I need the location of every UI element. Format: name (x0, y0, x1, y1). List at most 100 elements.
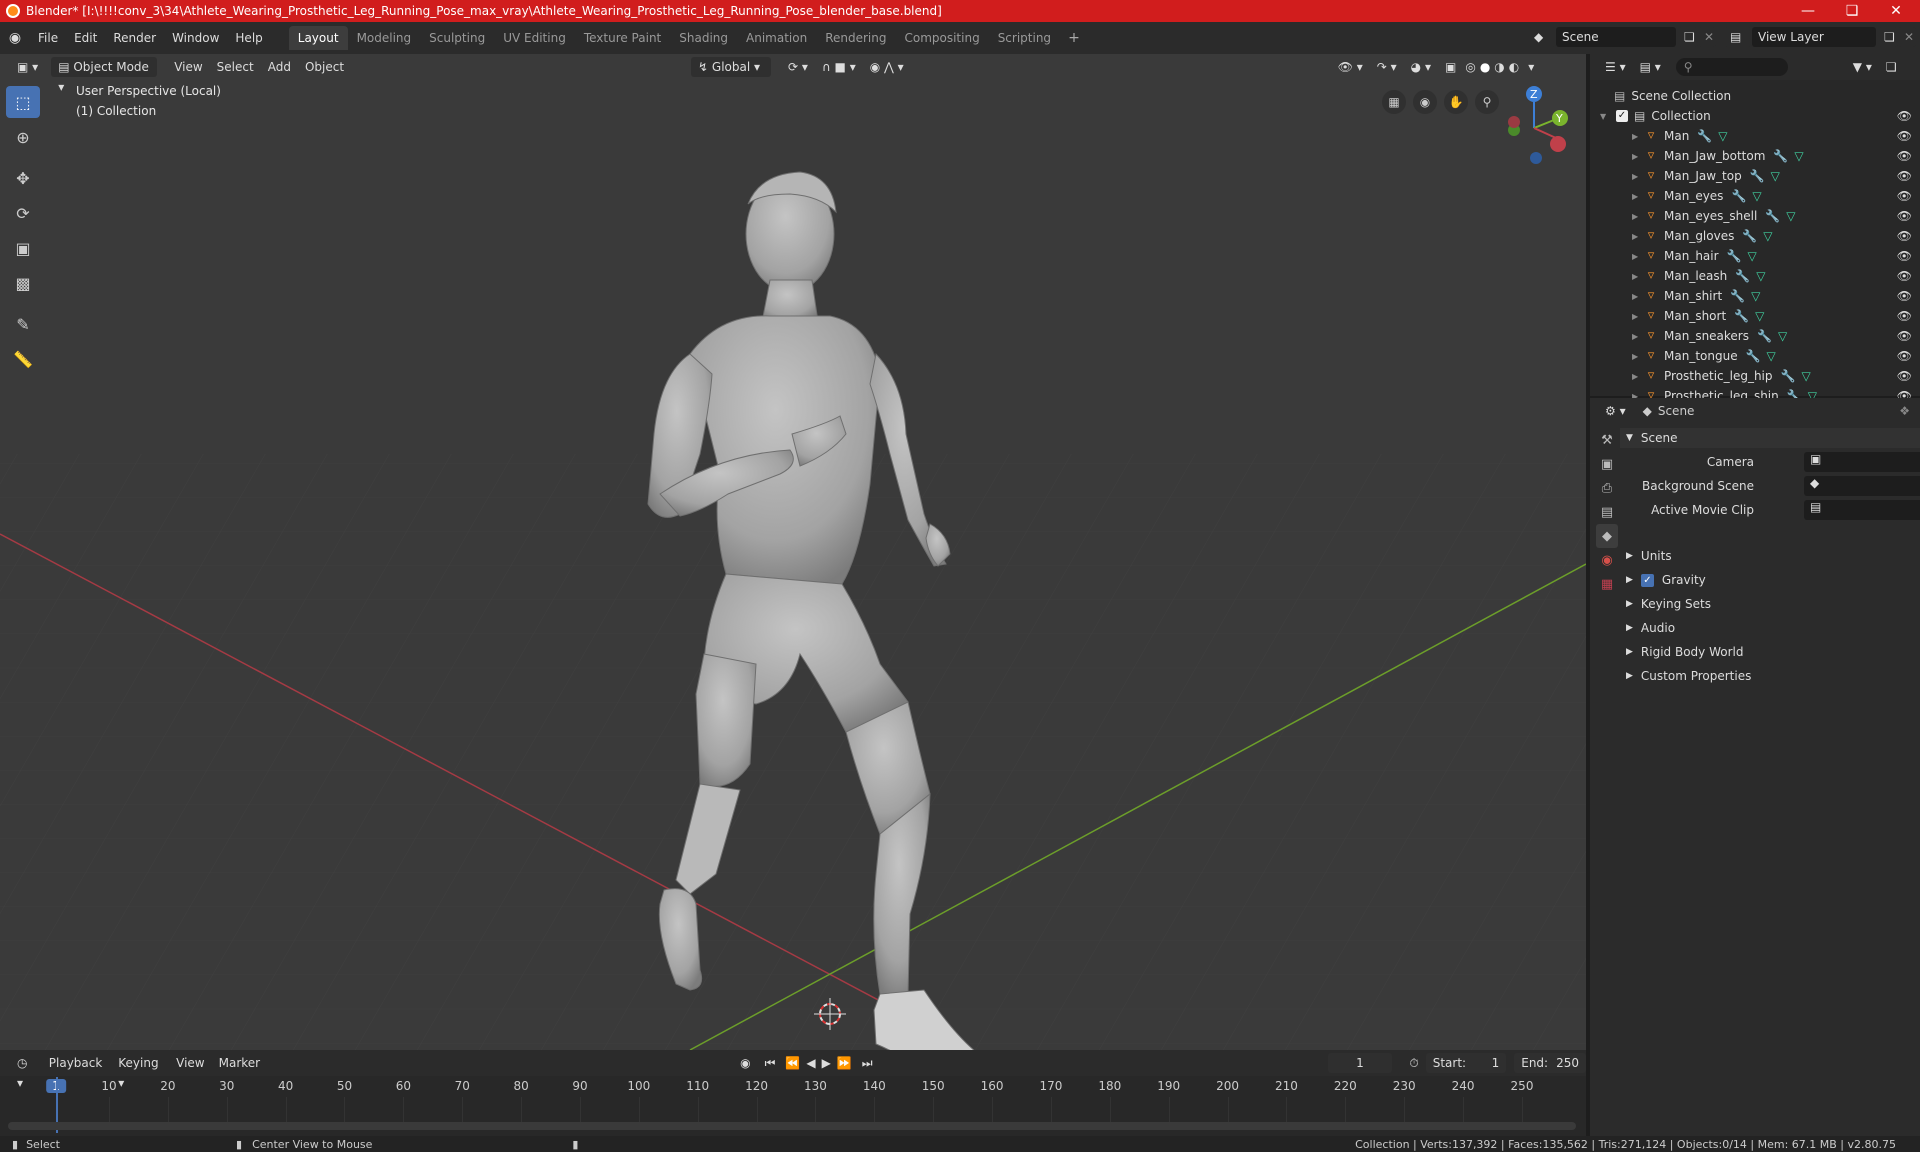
scene-panel-header[interactable]: ▼ Scene (1620, 428, 1920, 448)
object-expand-icon[interactable]: ▶ (1632, 372, 1644, 381)
camera-field[interactable]: ▣✐ (1804, 452, 1920, 472)
visibility-eye-icon[interactable]: 👁 (1897, 189, 1912, 203)
mesh-data-icon[interactable]: ▽ (1778, 329, 1787, 343)
new-view-layer-icon[interactable]: ❏ (1878, 27, 1898, 47)
object-expand-icon[interactable]: ▶ (1632, 292, 1644, 301)
object-expand-icon[interactable]: ▶ (1632, 172, 1644, 181)
camera-view-icon[interactable]: ◉ (1413, 90, 1437, 114)
timeline-menu-playback[interactable]: Playback ▾ (42, 1053, 111, 1090)
tab-rendering[interactable]: Rendering (816, 26, 895, 50)
transform-tool-icon[interactable]: ▩ (6, 267, 40, 299)
object-expand-icon[interactable]: ▶ (1632, 312, 1644, 321)
tab-layout[interactable]: Layout (288, 26, 348, 50)
cursor-tool-icon[interactable]: ⊕ (6, 121, 40, 153)
outliner-object-row[interactable]: ▶ ▿ Man_gloves 🔧 ▽ 👁 (1590, 226, 1920, 246)
visibility-eye-icon[interactable]: 👁 (1897, 169, 1912, 183)
world-tab-icon[interactable]: ◉ (1596, 548, 1618, 572)
rotate-tool-icon[interactable]: ⟳ (6, 197, 40, 229)
modifier-icon[interactable]: 🔧 (1746, 349, 1761, 363)
annotate-tool-icon[interactable]: ✎ (6, 308, 40, 340)
visibility-eye-icon[interactable]: 👁 (1897, 129, 1912, 143)
add-workspace-button[interactable]: + (1060, 30, 1088, 46)
mesh-data-icon[interactable]: ▽ (1751, 289, 1760, 303)
snap-icon[interactable]: ∩ ■ ▾ (815, 57, 863, 77)
3d-viewport[interactable]: Z Y ▣ ▾ ▤ Object Mode ▾ View Select Add … (0, 54, 1586, 1050)
viewport-menu-view[interactable]: View (167, 57, 209, 77)
visibility-eye-icon[interactable]: 👁 (1897, 309, 1912, 323)
maximize-icon[interactable]: ❏ (1830, 0, 1874, 22)
outliner-object-row[interactable]: ▶ ▿ Man_Jaw_top 🔧 ▽ 👁 (1590, 166, 1920, 186)
background-scene-field[interactable]: ◆ (1804, 476, 1920, 496)
mesh-data-icon[interactable]: ▽ (1767, 349, 1776, 363)
tab-compositing[interactable]: Compositing (895, 26, 988, 50)
viewport-menu-select[interactable]: Select (210, 57, 261, 77)
mesh-data-icon[interactable]: ▽ (1718, 129, 1727, 143)
blender-menu-icon[interactable]: ◉ (0, 30, 30, 46)
visibility-eye-icon[interactable]: 👁 (1897, 289, 1912, 303)
outliner-object-row[interactable]: ▶ ▿ Man 🔧 ▽ 👁 (1590, 126, 1920, 146)
properties-section-header[interactable]: ▶ Keying Sets (1620, 594, 1910, 614)
outliner-scene-collection-row[interactable]: ▤ Scene Collection (1590, 86, 1920, 106)
object-expand-icon[interactable]: ▶ (1632, 152, 1644, 161)
display-mode-icon[interactable]: ▤ ▾ (1633, 57, 1668, 77)
outliner-object-row[interactable]: ▶ ▿ Man_shirt 🔧 ▽ 👁 (1590, 286, 1920, 306)
view-layer-browse-icon[interactable]: ▤ (1724, 27, 1752, 47)
object-expand-icon[interactable]: ▶ (1632, 352, 1644, 361)
play-button[interactable]: ▶ (819, 1053, 834, 1073)
properties-editor-type-icon[interactable]: ⚙ ▾ (1598, 401, 1633, 421)
wireframe-shading-icon[interactable]: ◎ (1463, 57, 1477, 77)
output-tab-icon[interactable]: ⎙ (1596, 476, 1618, 500)
outliner-object-row[interactable]: ▶ ▿ Man_sneakers 🔧 ▽ 👁 (1590, 326, 1920, 346)
outliner-object-row[interactable]: ▶ ▿ Prosthetic_leg_hip 🔧 ▽ 👁 (1590, 366, 1920, 386)
delete-scene-icon[interactable]: ✕ (1698, 27, 1716, 47)
prev-keyframe-button[interactable]: ⏪ (782, 1053, 803, 1073)
modifier-icon[interactable]: 🔧 (1731, 189, 1746, 203)
timeline-ruler[interactable]: 1102030405060708090100110120130140150160… (0, 1077, 1586, 1123)
mesh-data-icon[interactable]: ▽ (1752, 189, 1761, 203)
view-layer-selector[interactable]: View Layer (1752, 27, 1876, 47)
viewport-canvas[interactable] (0, 54, 1586, 1050)
mesh-data-icon[interactable]: ▽ (1794, 149, 1803, 163)
modifier-icon[interactable]: 🔧 (1750, 169, 1765, 183)
viewport-menu-object[interactable]: Object (298, 57, 351, 77)
outliner-object-row[interactable]: ▶ ▿ Man_Jaw_bottom 🔧 ▽ 👁 (1590, 146, 1920, 166)
end-frame-field[interactable]: End: 250 (1514, 1053, 1586, 1073)
menu-edit[interactable]: Edit (66, 28, 105, 48)
menu-window[interactable]: Window (164, 28, 227, 48)
visibility-eye-icon[interactable]: 👁 (1897, 349, 1912, 363)
tab-scripting[interactable]: Scripting (989, 26, 1060, 50)
rendered-shading-icon[interactable]: ◐ (1507, 57, 1521, 77)
jump-end-button[interactable]: ⏭ (855, 1053, 880, 1073)
object-expand-icon[interactable]: ▶ (1632, 132, 1644, 141)
mesh-data-icon[interactable]: ▽ (1763, 229, 1772, 243)
scene-selector[interactable]: Scene (1556, 27, 1676, 47)
visibility-icon[interactable]: 👁 ▾ (1331, 57, 1370, 77)
gizmo-toggle-icon[interactable]: ↷ ▾ (1370, 57, 1404, 77)
visibility-eye-icon[interactable]: 👁 (1897, 269, 1912, 283)
scene-tab-icon[interactable]: ◆ (1596, 524, 1618, 548)
visibility-eye-icon[interactable]: 👁 (1897, 369, 1912, 383)
scene-browse-icon[interactable]: ◆ (1528, 27, 1556, 47)
visibility-eye-icon[interactable]: 👁 (1897, 249, 1912, 263)
mesh-data-icon[interactable]: ▽ (1801, 369, 1810, 383)
tab-shading[interactable]: Shading (670, 26, 737, 50)
tab-modeling[interactable]: Modeling (348, 26, 421, 50)
proportional-edit-icon[interactable]: ◉ ⋀ ▾ (863, 57, 911, 77)
timeline-menu-marker[interactable]: Marker (212, 1053, 267, 1073)
move-tool-icon[interactable]: ✥ (6, 162, 40, 194)
modifier-icon[interactable]: 🔧 (1773, 149, 1788, 163)
outliner-object-row[interactable]: ▶ ▿ Man_hair 🔧 ▽ 👁 (1590, 246, 1920, 266)
timeline-editor-type-icon[interactable]: ◷ ▾ (10, 1053, 42, 1090)
tab-animation[interactable]: Animation (737, 26, 816, 50)
object-expand-icon[interactable]: ▶ (1632, 192, 1644, 201)
collection-visibility-eye-icon[interactable]: 👁 (1897, 109, 1912, 123)
scale-tool-icon[interactable]: ▣ (6, 232, 40, 264)
material-shading-icon[interactable]: ◑ (1492, 57, 1506, 77)
close-icon[interactable]: ✕ (1874, 0, 1918, 22)
viewport-menu-add[interactable]: Add (261, 57, 298, 77)
shading-options-icon[interactable]: ▾ (1521, 57, 1541, 77)
properties-section-header[interactable]: ▶ Units (1620, 546, 1910, 566)
mesh-data-icon[interactable]: ▽ (1786, 209, 1795, 223)
tab-uv-editing[interactable]: UV Editing (494, 26, 575, 50)
modifier-icon[interactable]: 🔧 (1742, 229, 1757, 243)
